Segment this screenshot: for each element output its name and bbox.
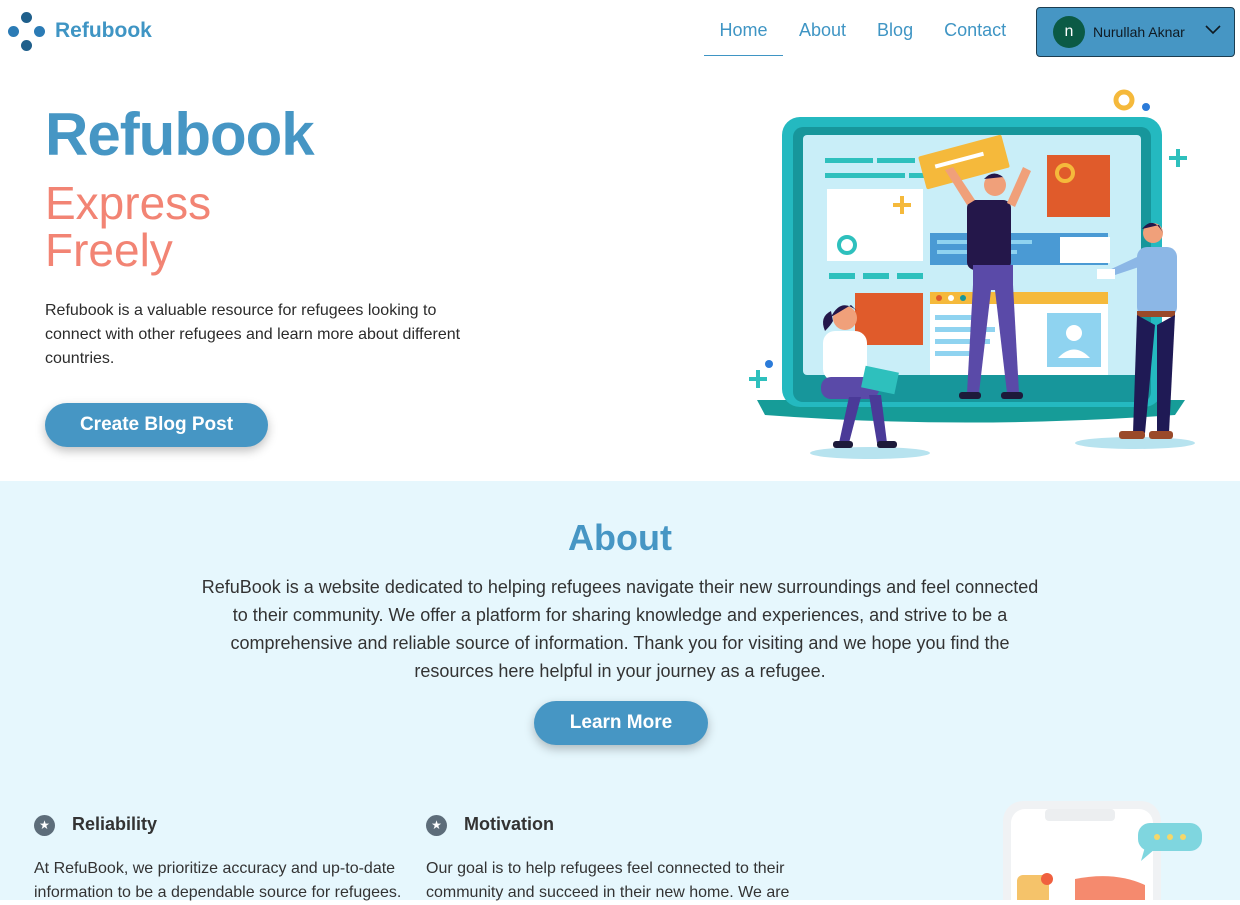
hero-description: Refubook is a valuable resource for refu… xyxy=(45,302,461,367)
chevron-down-icon xyxy=(1205,25,1221,35)
feature-description: Our goal is to help refugees feel connec… xyxy=(426,860,790,901)
about-text: RefuBook is a website dedicated to helpi… xyxy=(201,577,1039,681)
nav-link-blog[interactable]: Blog xyxy=(877,0,913,56)
user-name: Nurullah Aknar xyxy=(1093,24,1185,40)
navbar: Refubook Home About Blog Contact n Nurul… xyxy=(0,0,1240,64)
learn-more-button[interactable]: Learn More xyxy=(534,701,708,745)
hero-subtitle: Express Freely xyxy=(45,180,345,274)
create-blog-post-button[interactable]: Create Blog Post xyxy=(45,403,268,447)
hero-title: Refubook xyxy=(45,101,315,168)
about-section: About RefuBook is a website dedicated to… xyxy=(0,481,1240,901)
user-menu-button[interactable]: n Nurullah Aknar xyxy=(1036,7,1235,57)
nav-link-contact[interactable]: Contact xyxy=(944,0,1006,56)
about-title: About xyxy=(568,517,672,558)
avatar: n xyxy=(1053,16,1085,48)
brand-name[interactable]: Refubook xyxy=(55,19,152,43)
nav-link-about[interactable]: About xyxy=(799,0,846,56)
hero-subtitle-line-2: Freely xyxy=(45,224,173,276)
feature-description: At RefuBook, we prioritize accuracy and … xyxy=(34,860,402,901)
feature-title: Motivation xyxy=(464,814,554,834)
nav-links: Home About Blog Contact xyxy=(704,0,1006,56)
nav-link-home[interactable]: Home xyxy=(704,0,783,56)
star-icon: ★ xyxy=(34,815,55,836)
hero-subtitle-line-1: Express xyxy=(45,177,212,229)
laptop-people-illustration xyxy=(749,89,1195,459)
feature-title: Reliability xyxy=(72,814,158,834)
phone-chat-illustration xyxy=(1003,801,1202,900)
star-icon: ★ xyxy=(426,815,447,836)
logo-icon[interactable] xyxy=(6,12,48,52)
